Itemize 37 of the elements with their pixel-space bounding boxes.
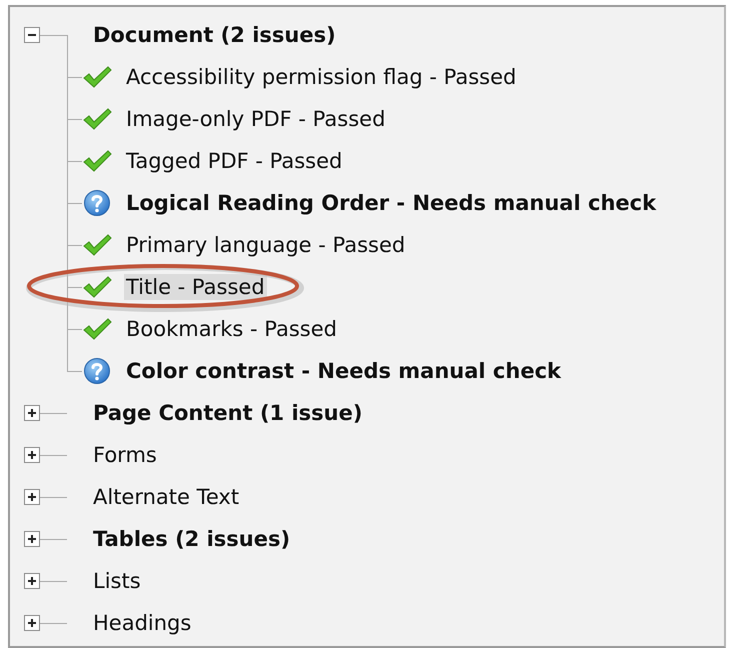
checkmark-icon <box>82 317 112 341</box>
expand-toggle[interactable] <box>24 573 40 589</box>
tree-item[interactable]: Tagged PDF - Passed <box>124 148 344 174</box>
plus-icon <box>28 535 36 543</box>
tree-item[interactable]: Color contrast - Needs manual check <box>124 358 563 384</box>
tree-item[interactable]: Page Content (1 issue) <box>93 401 362 425</box>
tree-item[interactable]: Document (2 issues) <box>93 23 336 47</box>
tree-item[interactable]: Headings <box>93 611 192 635</box>
plus-icon <box>28 493 36 501</box>
tree-item[interactable]: Title - Passed <box>124 274 267 300</box>
minus-icon <box>28 31 36 39</box>
tree-item[interactable]: Alternate Text <box>93 485 240 509</box>
expand-toggle[interactable] <box>24 489 40 505</box>
checkmark-icon <box>82 149 112 173</box>
help-icon <box>83 357 111 385</box>
expand-toggle[interactable] <box>24 447 40 463</box>
help-icon <box>83 189 111 217</box>
plus-icon <box>28 619 36 627</box>
collapse-toggle[interactable] <box>24 27 40 43</box>
checkmark-icon <box>82 65 112 89</box>
tree-item[interactable]: Tables (2 issues) <box>93 527 290 551</box>
plus-icon <box>28 409 36 417</box>
checkmark-icon <box>82 233 112 257</box>
tree-item[interactable]: Lists <box>93 569 141 593</box>
tree-item[interactable]: Image-only PDF - Passed <box>124 106 388 132</box>
expand-toggle[interactable] <box>24 405 40 421</box>
plus-icon <box>28 451 36 459</box>
tree-item[interactable]: Primary language - Passed <box>124 232 408 258</box>
plus-icon <box>28 577 36 585</box>
tree-item[interactable]: Accessibility permission flag - Passed <box>124 64 518 90</box>
tree-item[interactable]: Forms <box>93 443 157 467</box>
tree-item[interactable]: Bookmarks - Passed <box>124 316 339 342</box>
expand-toggle[interactable] <box>24 615 40 631</box>
expand-toggle[interactable] <box>24 531 40 547</box>
checkmark-icon <box>82 107 112 131</box>
tree-item[interactable]: Logical Reading Order - Needs manual check <box>124 190 658 216</box>
checkmark-icon <box>82 275 112 299</box>
